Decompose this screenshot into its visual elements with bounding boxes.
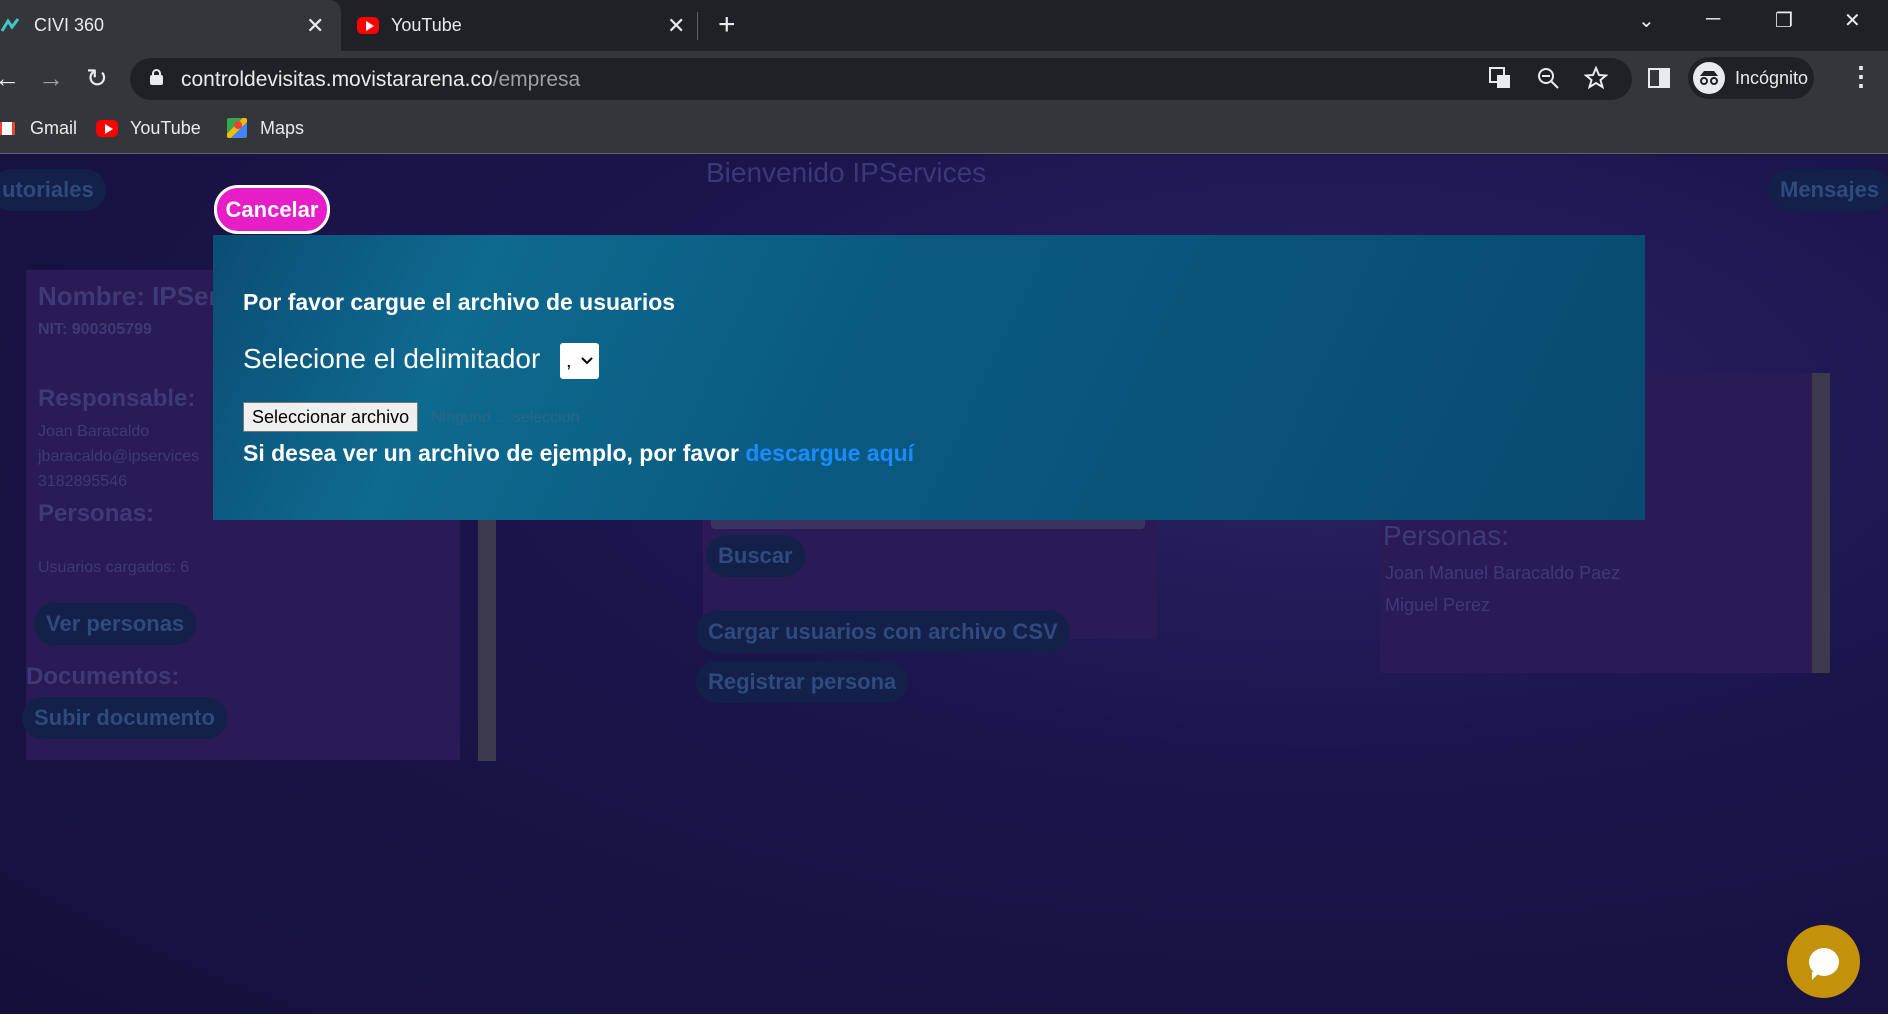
reload-icon[interactable]: ↻ — [86, 63, 108, 93]
responsable-name: Joan Baracaldo — [38, 423, 150, 440]
delimiter-value: , — [566, 349, 572, 372]
tutoriales-button[interactable]: utoriales — [0, 169, 106, 211]
bookmark-label: Maps — [260, 117, 305, 138]
delimiter-select[interactable]: , — [560, 343, 599, 379]
lock-icon[interactable] — [150, 69, 163, 85]
tab-close-icon[interactable]: ✕ — [306, 13, 324, 39]
tab-youtube[interactable]: YouTube ✕ — [357, 0, 697, 51]
bookmarks-bar: Gmail YouTube Maps — [0, 105, 1888, 154]
window-close-icon[interactable]: ✕ — [1844, 8, 1861, 33]
right-scrollbar[interactable] — [1812, 373, 1830, 673]
back-icon[interactable]: ← — [0, 63, 20, 93]
address-bar[interactable]: controldevisitas.movistararena.co/empres… — [130, 58, 1632, 100]
file-status-text: Ninguno ... seleccion — [431, 409, 580, 426]
bookmark-maps[interactable]: Maps — [226, 117, 304, 139]
tab-search-chevron-icon[interactable]: ⌄ — [1638, 8, 1655, 33]
zoom-out-icon[interactable] — [1536, 66, 1560, 96]
restore-icon[interactable]: ❐ — [1775, 8, 1793, 33]
incognito-icon — [1693, 62, 1725, 94]
delimiter-label: Selecione el delimitador — [243, 343, 541, 374]
chat-icon — [1808, 947, 1839, 980]
buscar-button[interactable]: Buscar — [706, 535, 805, 577]
incognito-label: Incógnito — [1735, 67, 1809, 88]
example-text: Si desea ver un archivo de ejemplo, por … — [243, 440, 914, 467]
registrar-persona-button[interactable]: Registrar persona — [696, 661, 909, 703]
tab-title: CIVI 360 — [34, 15, 105, 35]
subir-documento-button[interactable]: Subir documento — [22, 697, 227, 739]
responsable-phone: 3182895546 — [38, 473, 127, 490]
gmail-icon — [0, 117, 18, 139]
modal-title: Por favor cargue el archivo de usuarios — [243, 289, 676, 315]
ver-personas-button[interactable]: Ver personas — [34, 603, 197, 645]
bookmark-label: YouTube — [130, 117, 201, 138]
download-example-link[interactable]: descargue aquí — [745, 440, 914, 466]
tab-civi360[interactable]: CIVI 360 ✕ — [0, 0, 341, 51]
browser-toolbar: ← → ↻ controldevisitas.movistararena.co/… — [0, 51, 1888, 105]
bookmark-youtube[interactable]: YouTube — [96, 117, 201, 139]
personas-heading: Personas: — [38, 500, 155, 527]
chat-button[interactable] — [1787, 925, 1860, 998]
maps-icon — [226, 117, 248, 139]
cargar-csv-button[interactable]: Cargar usuarios con archivo CSV — [696, 611, 1070, 653]
url-text[interactable]: controldevisitas.movistararena.co/empres… — [181, 68, 580, 92]
cancel-button[interactable]: Cancelar — [214, 185, 330, 234]
company-name: Nombre: IPSer — [38, 281, 219, 311]
chevron-down-icon — [581, 354, 593, 368]
select-file-button[interactable]: Seleccionar archivo — [243, 402, 419, 432]
bookmark-label: Gmail — [30, 117, 78, 138]
company-nit: NIT: 900305799 — [38, 321, 152, 338]
tab-bar: CIVI 360 ✕ YouTube ✕ + ⌄ ─ ❐ ✕ — [0, 0, 1888, 51]
youtube-favicon-icon — [357, 15, 379, 37]
upload-users-modal: Por favor cargue el archivo de usuarios … — [213, 235, 1645, 520]
bookmark-star-icon[interactable] — [1583, 65, 1609, 96]
page-content: Bienvenido IPServices utoriales Mensajes… — [0, 155, 1888, 1014]
mensajes-button[interactable]: Mensajes — [1768, 169, 1888, 211]
responsable-heading: Responsable: — [38, 385, 196, 412]
youtube-icon — [96, 117, 118, 139]
incognito-indicator[interactable]: Incógnito — [1688, 57, 1814, 99]
side-panel-icon[interactable] — [1647, 66, 1671, 96]
translate-icon[interactable] — [1488, 66, 1512, 96]
right-personas-heading: Personas: — [1383, 520, 1510, 551]
bookmark-gmail[interactable]: Gmail — [0, 117, 77, 139]
documentos-heading: Documentos: — [26, 663, 180, 690]
example-prefix: Si desea ver un archivo de ejemplo, por … — [243, 440, 746, 466]
responsable-email: jbaracaldo@ipservices — [38, 448, 200, 465]
person-item[interactable]: Miguel Perez — [1385, 595, 1490, 616]
tab-separator — [697, 12, 698, 40]
browser-menu-icon[interactable]: ⋮ — [1848, 61, 1874, 91]
welcome-title: Bienvenido IPServices — [706, 157, 987, 188]
person-item[interactable]: Joan Manuel Baracaldo Paez — [1385, 563, 1620, 584]
minimize-icon[interactable]: ─ — [1706, 8, 1720, 31]
forward-icon[interactable]: → — [38, 63, 64, 93]
tab-title: YouTube — [391, 15, 462, 35]
new-tab-button[interactable]: + — [718, 10, 736, 40]
tab-close-icon[interactable]: ✕ — [667, 13, 685, 39]
usuarios-cargados: Usuarios cargados: 6 — [38, 559, 190, 576]
civi360-favicon-icon — [0, 15, 22, 37]
